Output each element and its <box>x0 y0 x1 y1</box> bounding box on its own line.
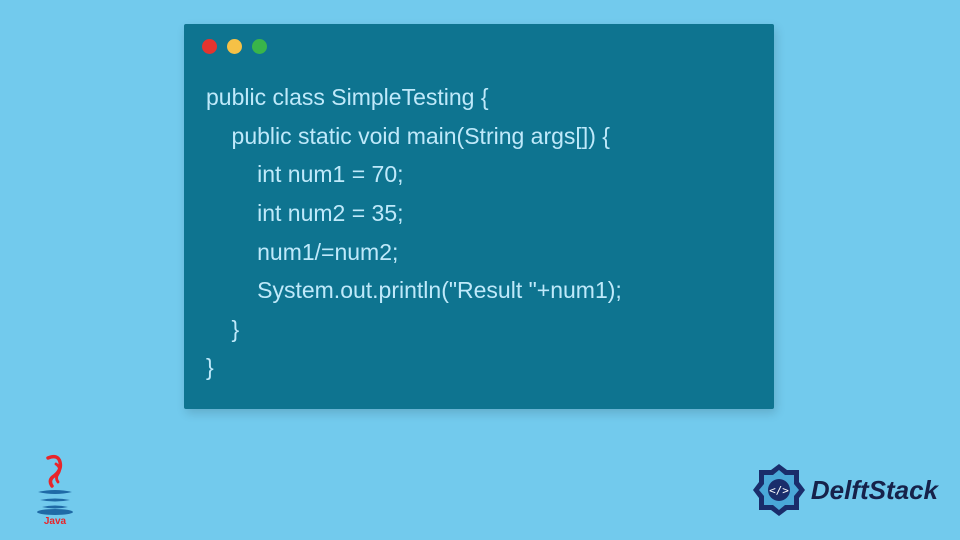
code-line: System.out.println("Result "+num1); <box>206 271 752 310</box>
code-line: public static void main(String args[]) { <box>206 117 752 156</box>
code-body: public class SimpleTesting { public stat… <box>184 68 774 409</box>
code-window: public class SimpleTesting { public stat… <box>184 24 774 409</box>
svg-text:Java: Java <box>44 516 67 526</box>
svg-text:</>: </> <box>769 484 789 497</box>
java-logo-icon: Java <box>28 452 82 526</box>
maximize-icon <box>252 39 267 54</box>
window-titlebar <box>184 24 774 68</box>
delftstack-icon: </> <box>751 462 807 518</box>
delftstack-label: DelftStack <box>811 475 938 506</box>
minimize-icon <box>227 39 242 54</box>
code-line: } <box>206 348 752 387</box>
code-line: public class SimpleTesting { <box>206 78 752 117</box>
code-line: int num2 = 35; <box>206 194 752 233</box>
close-icon <box>202 39 217 54</box>
delftstack-logo: </> DelftStack <box>751 462 938 518</box>
code-line: int num1 = 70; <box>206 155 752 194</box>
code-line: num1/=num2; <box>206 233 752 272</box>
code-line: } <box>206 310 752 349</box>
